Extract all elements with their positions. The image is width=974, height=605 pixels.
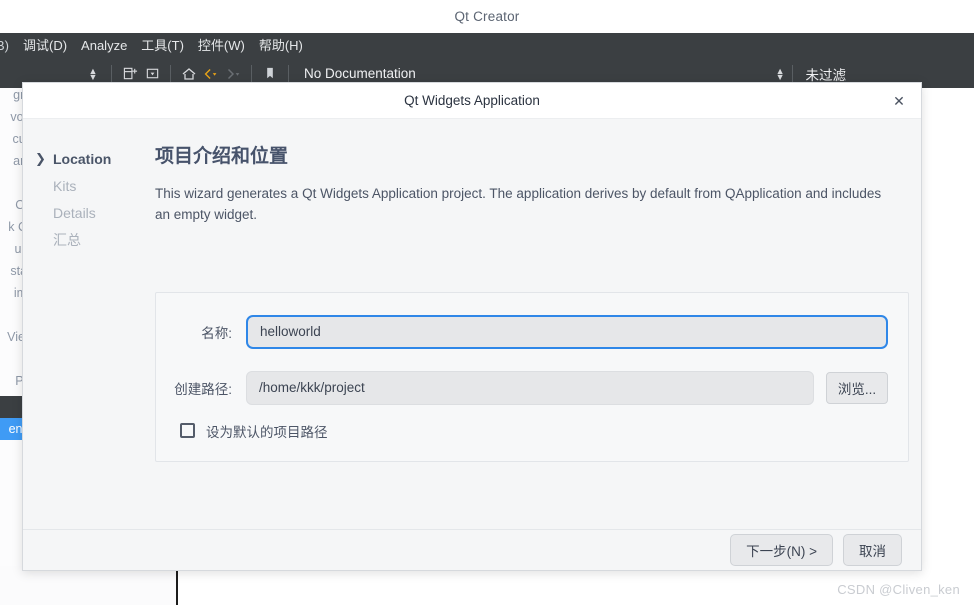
toolbar-separator bbox=[791, 65, 793, 82]
sidebar-item-location[interactable]: ❯ Location bbox=[23, 145, 151, 172]
app-menubar[interactable]: B) 调试(D) Analyze 工具(T) 控件(W) 帮助(H) bbox=[0, 33, 974, 59]
close-icon[interactable]: ✕ bbox=[887, 89, 911, 113]
dialog-titlebar: Qt Widgets Application ✕ bbox=[23, 83, 921, 119]
menu-item-debug[interactable]: 调试(D) bbox=[16, 33, 74, 59]
menu-item-help[interactable]: 帮助(H) bbox=[252, 33, 310, 59]
dialog-footer: 下一步(N) > 取消 bbox=[23, 529, 921, 570]
sidebar-item-label: Kits bbox=[53, 177, 77, 194]
qt-widgets-application-dialog: Qt Widgets Application ✕ ❯ Location Kits… bbox=[22, 82, 922, 571]
add-bookmark-icon[interactable] bbox=[119, 64, 141, 84]
toolbar-separator bbox=[251, 65, 252, 82]
watermark: CSDN @Cliven_ken bbox=[837, 582, 960, 597]
bookmark-icon[interactable] bbox=[259, 64, 281, 84]
filter-label[interactable]: 未过滤 bbox=[806, 64, 847, 84]
toolbar-separator bbox=[288, 65, 289, 82]
sidebar-item-label: Location bbox=[53, 150, 112, 167]
app-title: Qt Creator bbox=[454, 9, 520, 24]
chevron-right-icon: ❯ bbox=[35, 150, 46, 166]
forward-icon bbox=[222, 64, 244, 84]
toolbar-separator bbox=[111, 65, 112, 82]
name-input-value: helloworld bbox=[260, 324, 321, 340]
documentation-status-label: No Documentation bbox=[304, 66, 416, 81]
default-path-checkbox-label: 设为默认的项目路径 bbox=[206, 424, 328, 440]
page-title: 项目介绍和位置 bbox=[155, 146, 289, 167]
path-input-value: /home/kkk/project bbox=[259, 380, 365, 396]
updown-spinner-icon[interactable]: ▲ ▼ bbox=[82, 64, 104, 84]
cancel-button[interactable]: 取消 bbox=[843, 534, 902, 566]
sidebar-item-details[interactable]: Details bbox=[23, 199, 151, 226]
name-field-row: 名称: helloworld bbox=[166, 314, 888, 349]
menu-item-analyze[interactable]: Analyze bbox=[74, 33, 134, 59]
menu-item-widgets[interactable]: 控件(W) bbox=[191, 33, 252, 59]
home-icon[interactable] bbox=[178, 64, 200, 84]
sidebar-item-summary[interactable]: 汇总 bbox=[23, 226, 151, 253]
filter-spinner-icon[interactable]: ▲ ▼ bbox=[776, 66, 785, 81]
sidebar-item-label: Details bbox=[53, 204, 96, 221]
back-icon[interactable] bbox=[200, 64, 222, 84]
browse-button[interactable]: 浏览... bbox=[826, 371, 888, 404]
name-field-label: 名称: bbox=[201, 325, 232, 341]
page-description: This wizard generates a Qt Widgets Appli… bbox=[155, 186, 882, 222]
project-location-group: 名称: helloworld 创建路径: /home/kkk/project 浏… bbox=[155, 291, 909, 462]
wizard-step-sidebar: ❯ Location Kits Details 汇总 bbox=[23, 119, 151, 529]
sidebar-item-label: 汇总 bbox=[53, 231, 81, 248]
dialog-body: ❯ Location Kits Details 汇总 项目介绍和位置 This … bbox=[23, 119, 921, 529]
default-path-checkbox[interactable] bbox=[180, 423, 195, 439]
sidebar-item-kits[interactable]: Kits bbox=[23, 172, 151, 199]
wizard-page-content: 项目介绍和位置 This wizard generates a Qt Widge… bbox=[151, 119, 921, 529]
path-input[interactable]: /home/kkk/project bbox=[246, 370, 814, 405]
name-input[interactable]: helloworld bbox=[246, 314, 888, 349]
app-titlebar: Qt Creator bbox=[0, 0, 974, 33]
dialog-title: Qt Widgets Application bbox=[404, 93, 540, 108]
background-bottom-left-pane bbox=[0, 566, 176, 605]
toolbar-separator bbox=[170, 65, 171, 82]
default-path-checkbox-row[interactable]: 设为默认的项目路径 bbox=[166, 421, 888, 441]
path-field-row: 创建路径: /home/kkk/project 浏览... bbox=[166, 370, 888, 405]
next-button[interactable]: 下一步(N) > bbox=[730, 534, 833, 566]
path-field-label: 创建路径: bbox=[174, 381, 232, 397]
menu-item-clipped[interactable]: B) bbox=[0, 33, 16, 59]
menu-item-tools[interactable]: 工具(T) bbox=[134, 33, 191, 59]
toolbar-right-group[interactable]: ▲ ▼ 未过滤 bbox=[776, 64, 974, 84]
background-bottom-splitter[interactable] bbox=[176, 566, 178, 605]
dropdown-icon[interactable] bbox=[141, 64, 163, 84]
